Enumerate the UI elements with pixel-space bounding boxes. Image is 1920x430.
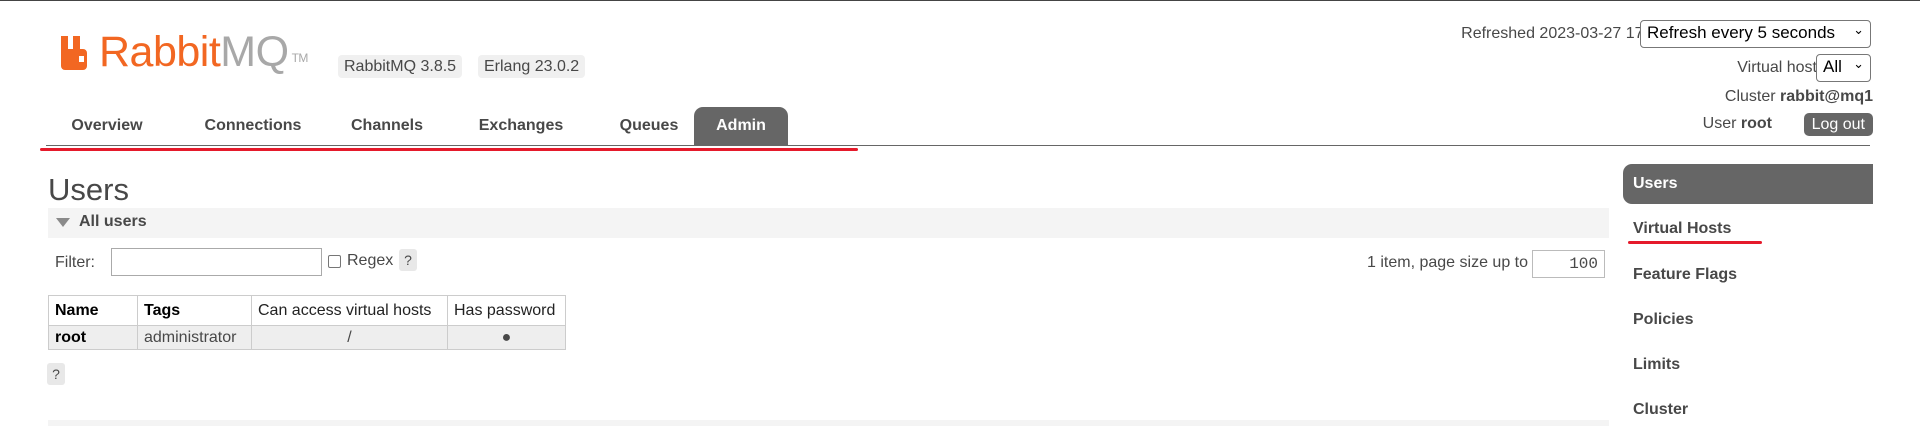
- rabbitmq-logo-icon: [61, 36, 87, 70]
- items-info: 1 item, page size up to: [1367, 254, 1528, 271]
- tab-queues[interactable]: Queues: [605, 107, 693, 145]
- users-table: Name Tags Can access virtual hosts Has p…: [48, 295, 566, 350]
- table-header-row: Name Tags Can access virtual hosts Has p…: [48, 295, 566, 326]
- tab-channels[interactable]: Channels: [339, 107, 435, 145]
- annotation-underline-tabs: [40, 148, 858, 151]
- column-header-name[interactable]: Name: [48, 295, 138, 326]
- chevron-down-icon: ⌄: [1853, 56, 1864, 71]
- tab-overview[interactable]: Overview: [60, 107, 154, 145]
- refresh-interval-select[interactable]: Refresh every 5 seconds ⌄: [1640, 20, 1871, 48]
- logo-wordmark: RabbitMQ TM: [99, 28, 308, 77]
- tab-connections[interactable]: Connections: [193, 107, 313, 145]
- tab-admin[interactable]: Admin: [694, 107, 788, 145]
- logo-brand: Rabbit: [99, 28, 221, 76]
- page-title: Users: [48, 172, 129, 207]
- annotation-underline-virtual-hosts: [1628, 241, 1762, 244]
- all-users-section-toggle[interactable]: All users: [48, 208, 1609, 238]
- tab-exchanges[interactable]: Exchanges: [459, 107, 583, 145]
- sidebar-item-policies[interactable]: Policies: [1623, 300, 1873, 340]
- user-label: User: [1702, 115, 1737, 132]
- rabbitmq-version-badge: RabbitMQ 3.8.5: [338, 55, 463, 78]
- tab-bar-rule: [46, 145, 1870, 146]
- sidebar-item-feature-flags[interactable]: Feature Flags: [1623, 255, 1873, 295]
- cluster-name: rabbit@mq1: [1780, 88, 1873, 105]
- refresh-bar: Refreshed 2023-03-27 17:03:38 Refresh ev…: [1400, 20, 1920, 48]
- sidebar-item-cluster[interactable]: Cluster: [1623, 390, 1873, 430]
- user-has-password-cell: ●: [447, 325, 566, 350]
- logo-trademark: TM: [291, 51, 309, 65]
- user-name-cell[interactable]: root: [48, 325, 138, 350]
- refresh-interval-value: Refresh every 5 seconds: [1647, 23, 1836, 42]
- regex-checkbox[interactable]: [328, 255, 341, 268]
- virtual-host-value: All: [1823, 57, 1842, 76]
- user-name: root: [1740, 115, 1772, 132]
- table-help-button[interactable]: ?: [47, 363, 65, 385]
- logo-brand-suffix: MQ: [220, 28, 289, 76]
- sidebar-item-users[interactable]: Users: [1623, 164, 1873, 204]
- column-header-vhosts: Can access virtual hosts: [251, 295, 448, 326]
- user-name-link[interactable]: root: [55, 329, 86, 346]
- sidebar-item-limits[interactable]: Limits: [1623, 345, 1873, 385]
- regex-label: Regex: [347, 252, 394, 269]
- user-tags-cell: administrator: [137, 325, 252, 350]
- cluster-label: Cluster: [1724, 88, 1776, 105]
- logout-button[interactable]: Log out: [1803, 113, 1873, 136]
- table-row[interactable]: root administrator / ●: [48, 325, 566, 350]
- top-border: [0, 0, 1920, 1]
- user-info: User root: [1703, 115, 1772, 133]
- page-size-input[interactable]: [1532, 250, 1605, 278]
- column-header-has-password: Has password: [447, 295, 566, 326]
- filter-input[interactable]: [111, 248, 322, 276]
- erlang-version-badge: Erlang 23.0.2: [478, 55, 586, 78]
- next-section-header[interactable]: [48, 420, 1609, 426]
- collapse-triangle-icon: [56, 218, 70, 227]
- regex-help-button[interactable]: ?: [399, 249, 417, 271]
- user-vhosts-cell: /: [251, 325, 448, 350]
- filter-label: Filter:: [55, 254, 95, 271]
- section-label: All users: [79, 213, 147, 230]
- virtual-host-select[interactable]: All ⌄: [1816, 54, 1871, 82]
- cluster-info: Cluster rabbit@mq1: [1725, 88, 1873, 106]
- virtual-host-label: Virtual host: [1737, 59, 1817, 76]
- column-header-tags: Tags: [137, 295, 252, 326]
- chevron-down-icon: ⌄: [1853, 22, 1864, 37]
